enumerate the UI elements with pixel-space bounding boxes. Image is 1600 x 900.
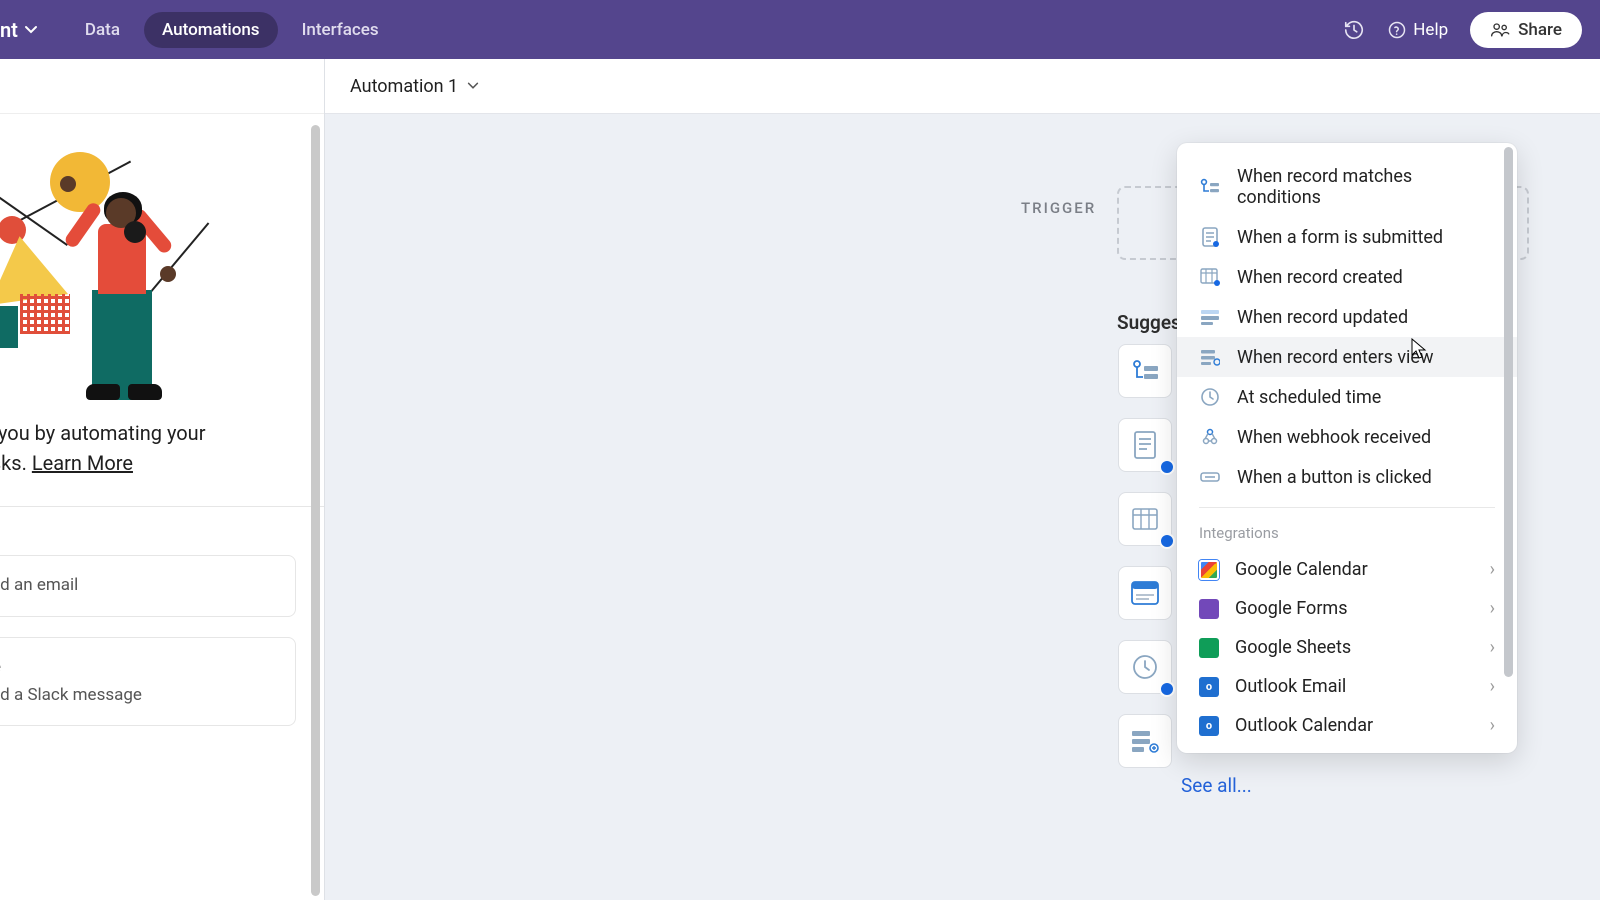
button-icon — [1199, 466, 1221, 488]
base-switcher[interactable]: nt — [0, 18, 49, 42]
nav-tabs: Data Automations Interfaces — [67, 12, 397, 48]
suggested-trigger-form[interactable] — [1118, 418, 1172, 472]
people-icon — [1490, 22, 1510, 38]
suggested-trigger-record-created[interactable] — [1118, 492, 1172, 546]
template-card-email[interactable]: send an email — [0, 555, 296, 617]
app-header: nt Data Automations Interfaces Help Shar… — [0, 0, 1600, 59]
trigger-option-webhook-received[interactable]: When webhook received — [1177, 417, 1517, 457]
chevron-down-icon — [23, 22, 39, 38]
integration-option-outlook-calendar[interactable]: o Outlook Calendar › — [1177, 706, 1517, 745]
tab-automations[interactable]: Automations — [144, 12, 278, 48]
outlook-calendar-icon: o — [1199, 716, 1219, 736]
suggested-trigger-condition[interactable] — [1118, 344, 1172, 398]
plus-badge-icon — [1159, 533, 1175, 549]
automations-side-panel: rk for you by automating your on tasks. … — [0, 59, 325, 900]
onboarding-illustration — [0, 114, 324, 414]
base-name: nt — [0, 18, 18, 42]
share-button[interactable]: Share — [1470, 12, 1582, 48]
history-icon[interactable] — [1343, 19, 1365, 41]
rows-arrow-icon — [1199, 346, 1221, 368]
trigger-option-record-updated[interactable]: When record updated — [1177, 297, 1517, 337]
suggested-trigger-scheduled[interactable] — [1118, 640, 1172, 694]
integration-option-google-forms[interactable]: Google Forms › — [1177, 589, 1517, 628]
chevron-right-icon: › — [1490, 715, 1495, 736]
trigger-option-form-submitted[interactable]: When a form is submitted — [1177, 217, 1517, 257]
trigger-option-record-created[interactable]: When record created — [1177, 257, 1517, 297]
rows-icon — [1199, 306, 1221, 328]
outlook-email-icon: o — [1199, 677, 1219, 697]
google-forms-icon — [1199, 599, 1219, 619]
chevron-down-icon — [466, 79, 480, 93]
suggested-trigger-button[interactable] — [1118, 566, 1172, 620]
clock-icon — [1199, 386, 1221, 408]
trigger-option-scheduled-time[interactable]: At scheduled time — [1177, 377, 1517, 417]
google-calendar-icon — [1199, 560, 1219, 580]
trigger-option-record-enters-view[interactable]: When record enters view — [1177, 337, 1517, 377]
trigger-picker-popover: When record matches conditions When a fo… — [1177, 143, 1517, 753]
suggested-trigger-view[interactable] — [1118, 714, 1172, 768]
help-button[interactable]: Help — [1387, 20, 1448, 40]
chevron-right-icon: › — [1490, 637, 1495, 658]
trigger-option-record-matches[interactable]: When record matches conditions — [1177, 157, 1517, 217]
trigger-option-button-clicked[interactable]: When a button is clicked — [1177, 457, 1517, 497]
form-icon — [1199, 226, 1221, 248]
check-badge-icon — [1159, 681, 1175, 697]
chevron-right-icon: › — [1490, 559, 1495, 580]
integration-option-outlook-email[interactable]: o Outlook Email › — [1177, 667, 1517, 706]
automation-name-dropdown[interactable]: Automation 1 — [350, 76, 480, 97]
scrollbar[interactable] — [1504, 147, 1513, 677]
webhook-icon — [1199, 426, 1221, 448]
chevron-right-icon: › — [1490, 676, 1495, 697]
integration-option-google-calendar[interactable]: Google Calendar › — [1177, 550, 1517, 589]
integrations-section-label: Integrations — [1177, 518, 1517, 550]
tab-data[interactable]: Data — [67, 12, 138, 48]
template-card-slack[interactable]: age send a Slack message — [0, 637, 296, 727]
check-badge-icon — [1159, 459, 1175, 475]
chevron-right-icon: › — [1490, 598, 1495, 619]
branch-icon — [1199, 176, 1221, 198]
see-all-link[interactable]: See all... — [1181, 774, 1252, 797]
automation-canvas-area: Automation 1 TRIGGER Suggest — [325, 59, 1600, 900]
tab-interfaces[interactable]: Interfaces — [284, 12, 397, 48]
learn-more-link[interactable]: Learn More — [32, 451, 133, 475]
google-sheets-icon — [1199, 638, 1219, 658]
suggested-triggers-column — [1118, 344, 1172, 768]
grid-plus-icon — [1199, 266, 1221, 288]
trigger-section-label: TRIGGER — [1021, 199, 1096, 217]
help-icon — [1387, 20, 1407, 40]
integration-option-google-sheets[interactable]: Google Sheets › — [1177, 628, 1517, 667]
